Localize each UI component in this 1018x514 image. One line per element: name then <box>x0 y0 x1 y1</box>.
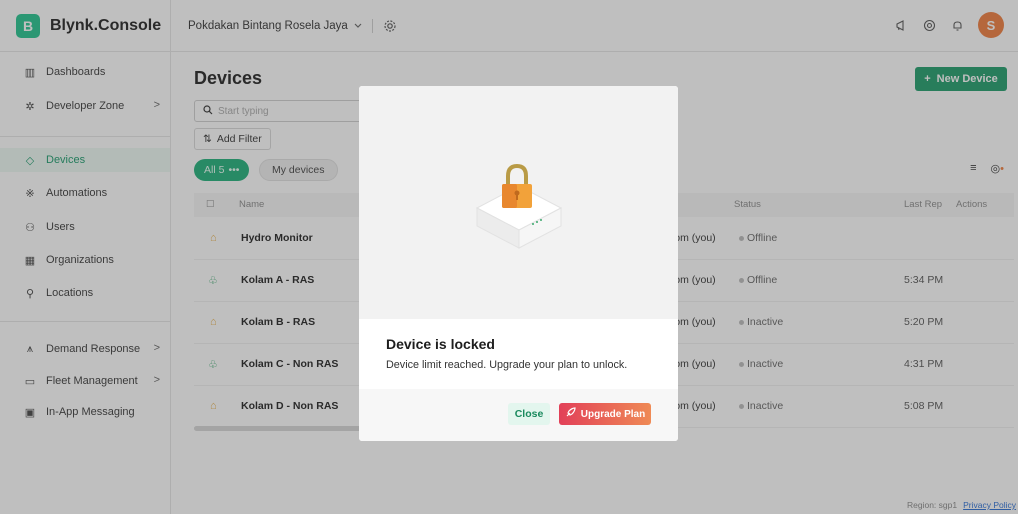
device-locked-modal: Device is locked Device limit reached. U… <box>359 86 678 441</box>
modal-message: Device limit reached. Upgrade your plan … <box>386 359 628 371</box>
close-button[interactable]: Close <box>508 403 550 425</box>
modal-footer: Close Upgrade Plan <box>359 389 678 441</box>
rocket-icon <box>565 407 576 421</box>
upgrade-plan-button[interactable]: Upgrade Plan <box>559 403 651 425</box>
locked-device-illustration <box>359 86 678 319</box>
upgrade-plan-label: Upgrade Plan <box>580 408 646 420</box>
modal-title: Device is locked <box>386 336 495 352</box>
